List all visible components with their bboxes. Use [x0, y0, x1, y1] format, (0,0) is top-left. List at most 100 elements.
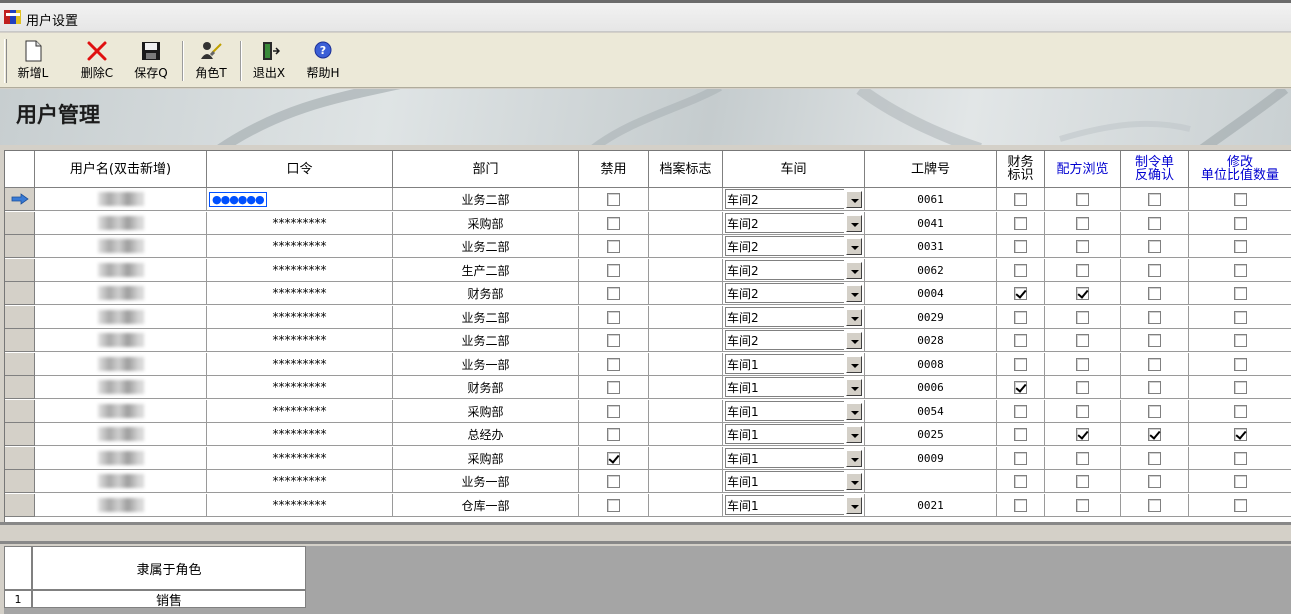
reverse-confirm-cell[interactable]	[1121, 494, 1189, 517]
department-cell[interactable]: 财务部	[393, 376, 579, 399]
password-cell[interactable]: *********	[207, 494, 393, 517]
modify-unit-ratio-cell[interactable]	[1189, 400, 1291, 423]
recipe-browse-cell[interactable]	[1045, 447, 1121, 470]
workshop-cell[interactable]: 车间1	[723, 400, 865, 423]
badge-number-cell[interactable]	[865, 470, 997, 493]
workshop-cell[interactable]: 车间1	[723, 353, 865, 376]
reverse-confirm-checkbox[interactable]	[1148, 380, 1161, 394]
reverse-confirm-cell[interactable]	[1121, 235, 1189, 258]
modify-unit-ratio-checkbox[interactable]	[1233, 216, 1247, 230]
col-workshop[interactable]: 车间	[723, 151, 865, 188]
workshop-select[interactable]: 车间2	[725, 260, 844, 280]
finance-checkbox[interactable]	[1014, 380, 1027, 394]
password-cell[interactable]: *********	[207, 376, 393, 399]
modify-unit-ratio-checkbox[interactable]	[1233, 286, 1247, 300]
reverse-confirm-checkbox[interactable]	[1148, 451, 1161, 465]
department-cell[interactable]: 仓库一部	[393, 494, 579, 517]
panel-splitter[interactable]	[0, 522, 1291, 544]
disabled-cell[interactable]	[579, 353, 649, 376]
recipe-browse-checkbox[interactable]	[1076, 192, 1089, 206]
finance-checkbox[interactable]	[1014, 263, 1027, 277]
badge-number-cell[interactable]: 0054	[865, 400, 997, 423]
recipe-browse-checkbox[interactable]	[1076, 310, 1089, 324]
password-cell[interactable]: *********	[207, 400, 393, 423]
disabled-checkbox[interactable]	[607, 357, 620, 371]
col-username[interactable]: 用户名(双击新增)	[35, 151, 207, 188]
reverse-confirm-checkbox[interactable]	[1148, 498, 1161, 512]
reverse-confirm-cell[interactable]	[1121, 400, 1189, 423]
reverse-confirm-checkbox[interactable]	[1148, 474, 1161, 488]
row-selector[interactable]	[5, 212, 35, 235]
finance-checkbox[interactable]	[1014, 333, 1027, 347]
reverse-confirm-cell[interactable]	[1121, 353, 1189, 376]
workshop-select[interactable]: 车间2	[725, 236, 844, 256]
finance-flag-cell[interactable]	[997, 447, 1045, 470]
archive-flag-cell[interactable]	[649, 447, 723, 470]
username-cell[interactable]	[35, 259, 207, 282]
archive-flag-cell[interactable]	[649, 282, 723, 305]
modify-unit-ratio-checkbox[interactable]	[1233, 333, 1247, 347]
reverse-confirm-cell[interactable]	[1121, 188, 1189, 211]
finance-checkbox[interactable]	[1014, 216, 1027, 230]
disabled-cell[interactable]	[579, 423, 649, 446]
col-recipe-browse[interactable]: 配方浏览	[1045, 151, 1121, 188]
department-cell[interactable]: 采购部	[393, 212, 579, 235]
finance-flag-cell[interactable]	[997, 400, 1045, 423]
chevron-down-icon[interactable]	[846, 450, 862, 467]
department-cell[interactable]: 业务一部	[393, 353, 579, 376]
badge-number-cell[interactable]: 0062	[865, 259, 997, 282]
disabled-checkbox[interactable]	[607, 427, 620, 441]
table-row[interactable]: ●●●●●● 业务二部 车间2 0061	[5, 188, 1291, 211]
modify-unit-ratio-checkbox[interactable]	[1233, 474, 1247, 488]
modify-unit-ratio-cell[interactable]	[1189, 423, 1291, 446]
modify-unit-ratio-cell[interactable]	[1189, 282, 1291, 305]
chevron-down-icon[interactable]	[846, 238, 862, 255]
workshop-cell[interactable]: 车间2	[723, 188, 865, 211]
finance-checkbox[interactable]	[1014, 310, 1027, 324]
workshop-cell[interactable]: 车间2	[723, 259, 865, 282]
reverse-confirm-checkbox[interactable]	[1148, 286, 1161, 300]
finance-flag-cell[interactable]	[997, 494, 1045, 517]
recipe-browse-checkbox[interactable]	[1076, 333, 1089, 347]
workshop-select[interactable]: 车间1	[725, 495, 844, 515]
badge-number-cell[interactable]: 0004	[865, 282, 997, 305]
recipe-browse-cell[interactable]	[1045, 235, 1121, 258]
recipe-browse-checkbox[interactable]	[1076, 357, 1089, 371]
password-cell[interactable]: *********	[207, 259, 393, 282]
workshop-select[interactable]: 车间2	[725, 283, 844, 303]
save-button[interactable]: 保存Q	[128, 37, 174, 85]
disabled-checkbox[interactable]	[607, 286, 620, 300]
badge-number-cell[interactable]: 0006	[865, 376, 997, 399]
chevron-down-icon[interactable]	[846, 285, 862, 302]
finance-flag-cell[interactable]	[997, 353, 1045, 376]
modify-unit-ratio-cell[interactable]	[1189, 353, 1291, 376]
chevron-down-icon[interactable]	[846, 332, 862, 349]
recipe-browse-checkbox[interactable]	[1076, 286, 1089, 300]
finance-flag-cell[interactable]	[997, 306, 1045, 329]
disabled-cell[interactable]	[579, 259, 649, 282]
username-cell[interactable]	[35, 306, 207, 329]
modify-unit-ratio-checkbox[interactable]	[1233, 404, 1247, 418]
table-row[interactable]: ********* 业务二部 车间2 0028	[5, 329, 1291, 352]
modify-unit-ratio-cell[interactable]	[1189, 447, 1291, 470]
table-row[interactable]: ********* 采购部 车间1 0009	[5, 447, 1291, 470]
disabled-cell[interactable]	[579, 376, 649, 399]
chevron-down-icon[interactable]	[846, 473, 862, 490]
workshop-select[interactable]: 车间1	[725, 401, 844, 421]
row-selector[interactable]	[5, 259, 35, 282]
reverse-confirm-checkbox[interactable]	[1148, 333, 1161, 347]
recipe-browse-checkbox[interactable]	[1076, 451, 1089, 465]
recipe-browse-cell[interactable]	[1045, 329, 1121, 352]
chevron-down-icon[interactable]	[846, 403, 862, 420]
archive-flag-cell[interactable]	[649, 423, 723, 446]
disabled-cell[interactable]	[579, 447, 649, 470]
archive-flag-cell[interactable]	[649, 235, 723, 258]
reverse-confirm-cell[interactable]	[1121, 329, 1189, 352]
modify-unit-ratio-cell[interactable]	[1189, 306, 1291, 329]
disabled-checkbox[interactable]	[607, 263, 620, 277]
disabled-cell[interactable]	[579, 188, 649, 211]
workshop-cell[interactable]: 车间1	[723, 376, 865, 399]
department-cell[interactable]: 业务一部	[393, 470, 579, 493]
disabled-checkbox[interactable]	[607, 404, 620, 418]
username-cell[interactable]	[35, 423, 207, 446]
